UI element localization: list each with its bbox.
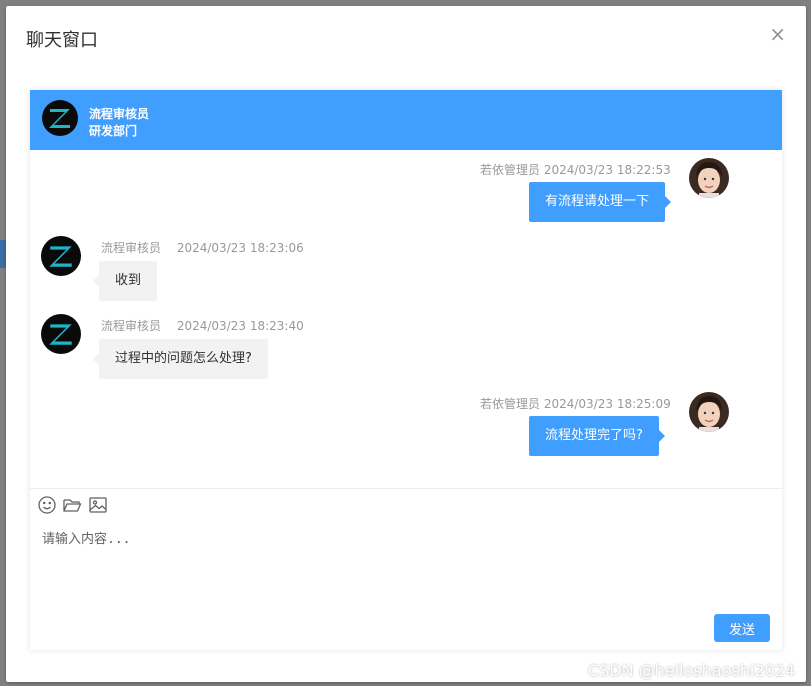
contact-avatar-logo (42, 100, 78, 136)
dialog-title: 聊天窗口 (26, 30, 98, 51)
message-time: 2024/03/23 18:23:06 (176, 241, 304, 255)
contact-department: 研发部门 (89, 124, 138, 138)
message-meta: 若依管理员 2024/03/23 18:22:53 (480, 161, 671, 178)
message-meta: 若依管理员 2024/03/23 18:25:09 (480, 395, 671, 412)
emoji-icon[interactable] (37, 495, 57, 515)
message-meta: 流程审核员 2024/03/23 18:23:40 (101, 317, 304, 334)
z-logo-icon (49, 246, 72, 267)
message-time: 2024/03/23 18:25:09 (543, 397, 671, 411)
message-time: 2024/03/23 18:22:53 (543, 163, 671, 177)
message-bubble: 有流程请处理一下 (529, 182, 672, 222)
z-logo-icon (49, 109, 70, 128)
user-avatar (689, 392, 729, 432)
image-icon[interactable] (88, 495, 108, 515)
user-avatar-icon (689, 392, 729, 432)
send-button[interactable]: 发送 (714, 614, 770, 642)
composer-divider (30, 488, 782, 489)
folder-icon[interactable] (62, 495, 82, 515)
message-meta: 流程审核员 2024/03/23 18:23:06 (101, 239, 304, 256)
message-bubble: 收到 (92, 261, 158, 301)
chat-header: 流程审核员 研发部门 (30, 90, 782, 150)
contact-name: 流程审核员 (89, 107, 150, 121)
contact-avatar-logo (41, 314, 81, 354)
watermark-text: CSDN @helloshaoshi2024 (587, 661, 795, 680)
message-time: 2024/03/23 18:23:40 (176, 319, 304, 333)
chat-dialog: 聊天窗口 × 流程审核员 研发部门 若依管理员 2024/03/23 18:22… (6, 6, 806, 682)
message-sender: 流程审核员 (101, 319, 162, 333)
message-bubble: 流程处理完了吗? (529, 416, 665, 456)
message-bubble: 过程中的问题怎么处理? (93, 339, 268, 379)
message-input[interactable] (42, 528, 762, 608)
user-avatar (689, 158, 729, 198)
chat-panel: 流程审核员 研发部门 若依管理员 2024/03/23 18:22:53 有流程… (30, 90, 782, 650)
message-sender: 若依管理员 (480, 163, 541, 177)
close-icon[interactable]: × (769, 24, 786, 44)
contact-avatar-logo (41, 236, 81, 276)
message-sender: 若依管理员 (480, 397, 541, 411)
z-logo-icon (49, 324, 72, 345)
user-avatar-icon (689, 158, 729, 198)
message-sender: 流程审核员 (101, 241, 162, 255)
